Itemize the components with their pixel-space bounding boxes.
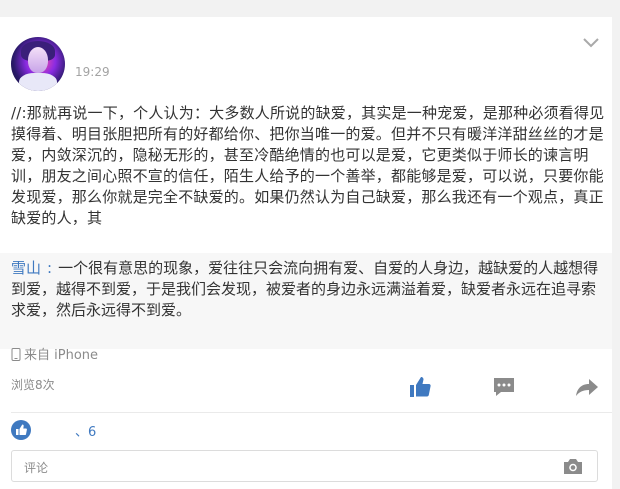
- avatar[interactable]: [11, 37, 65, 91]
- phone-icon: [11, 348, 21, 361]
- comment-placeholder: 评论: [24, 461, 49, 475]
- share-icon[interactable]: [575, 375, 599, 399]
- quote-separator: :: [47, 259, 53, 277]
- chevron-down-icon[interactable]: [580, 35, 602, 51]
- quote-text-block: 雪山: 一个很有意思的现象，爱往往只会流向拥有爱、自爱的人身边，越缺爱的人越想得到…: [11, 258, 607, 321]
- divider: [11, 412, 612, 413]
- comment-icon[interactable]: [492, 375, 516, 399]
- likes-count[interactable]: 、6: [75, 421, 96, 440]
- scrollbar[interactable]: [612, 0, 620, 489]
- likes-row: 、6: [11, 419, 96, 441]
- thumbs-up-icon[interactable]: [408, 375, 432, 399]
- view-count: 浏览8次: [11, 378, 55, 392]
- quote-content: 一个很有意思的现象，爱往往只会流向拥有爱、自爱的人身边，越缺爱的人越想得到爱，越…: [11, 259, 599, 319]
- quoted-repost: 雪山: 一个很有意思的现象，爱往往只会流向拥有爱、自爱的人身边，越缺爱的人越想得到…: [0, 253, 612, 349]
- like-badge-icon: [11, 420, 31, 440]
- post-source: 来自 iPhone: [11, 344, 99, 363]
- quote-user-link[interactable]: 雪山: [11, 259, 41, 277]
- post-content: //:那就再说一下，个人认为：大多数人所说的缺爱，其实是一种宠爱，是那种必须看得…: [11, 104, 605, 227]
- post-timestamp: 19:29: [75, 65, 110, 79]
- comment-field[interactable]: 评论: [11, 450, 598, 482]
- camera-icon[interactable]: [563, 457, 583, 475]
- source-label: 来自 iPhone: [24, 348, 99, 363]
- post-header: 19:29: [0, 17, 612, 97]
- post-card: 19:29 //:那就再说一下，个人认为：大多数人所说的缺爱，其实是一种宠爱，是…: [0, 17, 612, 489]
